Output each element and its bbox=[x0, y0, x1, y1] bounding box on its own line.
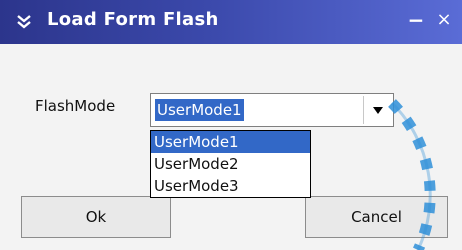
load-form-flash-dialog: Load Form Flash − × FlashMode UserMode1 … bbox=[0, 0, 462, 250]
flash-mode-label: FlashMode bbox=[35, 97, 116, 115]
title-bar[interactable]: Load Form Flash − × bbox=[0, 0, 462, 44]
ok-button[interactable]: Ok bbox=[21, 196, 171, 238]
collapse-arrows-icon[interactable] bbox=[16, 13, 32, 29]
dropdown-option-usermode3[interactable]: UserMode3 bbox=[151, 175, 310, 197]
dropdown-option-usermode2[interactable]: UserMode2 bbox=[151, 153, 310, 175]
minimize-button[interactable]: − bbox=[405, 10, 427, 32]
window-title: Load Form Flash bbox=[47, 9, 219, 30]
flash-mode-combobox[interactable]: UserMode1 bbox=[150, 93, 394, 127]
chevron-down-icon[interactable] bbox=[363, 96, 391, 124]
flash-mode-dropdown-list: UserMode1 UserMode2 UserMode3 bbox=[150, 130, 311, 198]
dropdown-option-usermode1[interactable]: UserMode1 bbox=[151, 131, 310, 153]
cancel-button[interactable]: Cancel bbox=[305, 196, 448, 238]
close-button[interactable]: × bbox=[433, 10, 455, 32]
flash-mode-value: UserMode1 bbox=[155, 99, 244, 121]
